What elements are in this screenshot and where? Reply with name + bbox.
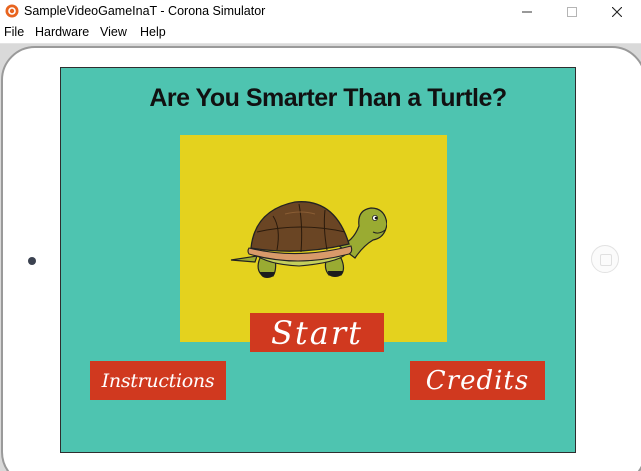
menu-help[interactable]: Help	[140, 25, 166, 39]
game-title: Are You Smarter Than a Turtle?	[149, 84, 507, 112]
menu-file[interactable]: File	[4, 25, 24, 39]
menubar: File Hardware View Help	[0, 23, 641, 44]
maximize-icon	[567, 6, 577, 17]
device-simulator: Are You Smarter Than a Turtle? Start Ins…	[0, 44, 641, 471]
menu-hardware[interactable]: Hardware	[35, 25, 89, 39]
home-button-square	[600, 254, 612, 266]
minimize-button[interactable]	[504, 0, 550, 23]
close-button[interactable]	[594, 0, 640, 23]
instructions-button[interactable]: Instructions	[90, 361, 226, 400]
menu-view[interactable]: View	[100, 25, 127, 39]
corona-simulator-icon	[5, 4, 19, 18]
turtle-illustration	[230, 201, 387, 278]
credits-button[interactable]: Credits	[410, 361, 545, 400]
minimize-icon	[522, 11, 532, 12]
maximize-button[interactable]	[549, 0, 595, 23]
start-button[interactable]: Start	[250, 313, 384, 352]
window-titlebar[interactable]: SampleVideoGameInaT - Corona Simulator	[0, 0, 641, 23]
home-button-icon[interactable]	[591, 245, 619, 273]
window-title: SampleVideoGameInaT - Corona Simulator	[24, 4, 266, 18]
close-icon	[612, 6, 622, 17]
game-screen: Are You Smarter Than a Turtle? Start Ins…	[60, 67, 576, 453]
camera-dot	[28, 257, 36, 265]
